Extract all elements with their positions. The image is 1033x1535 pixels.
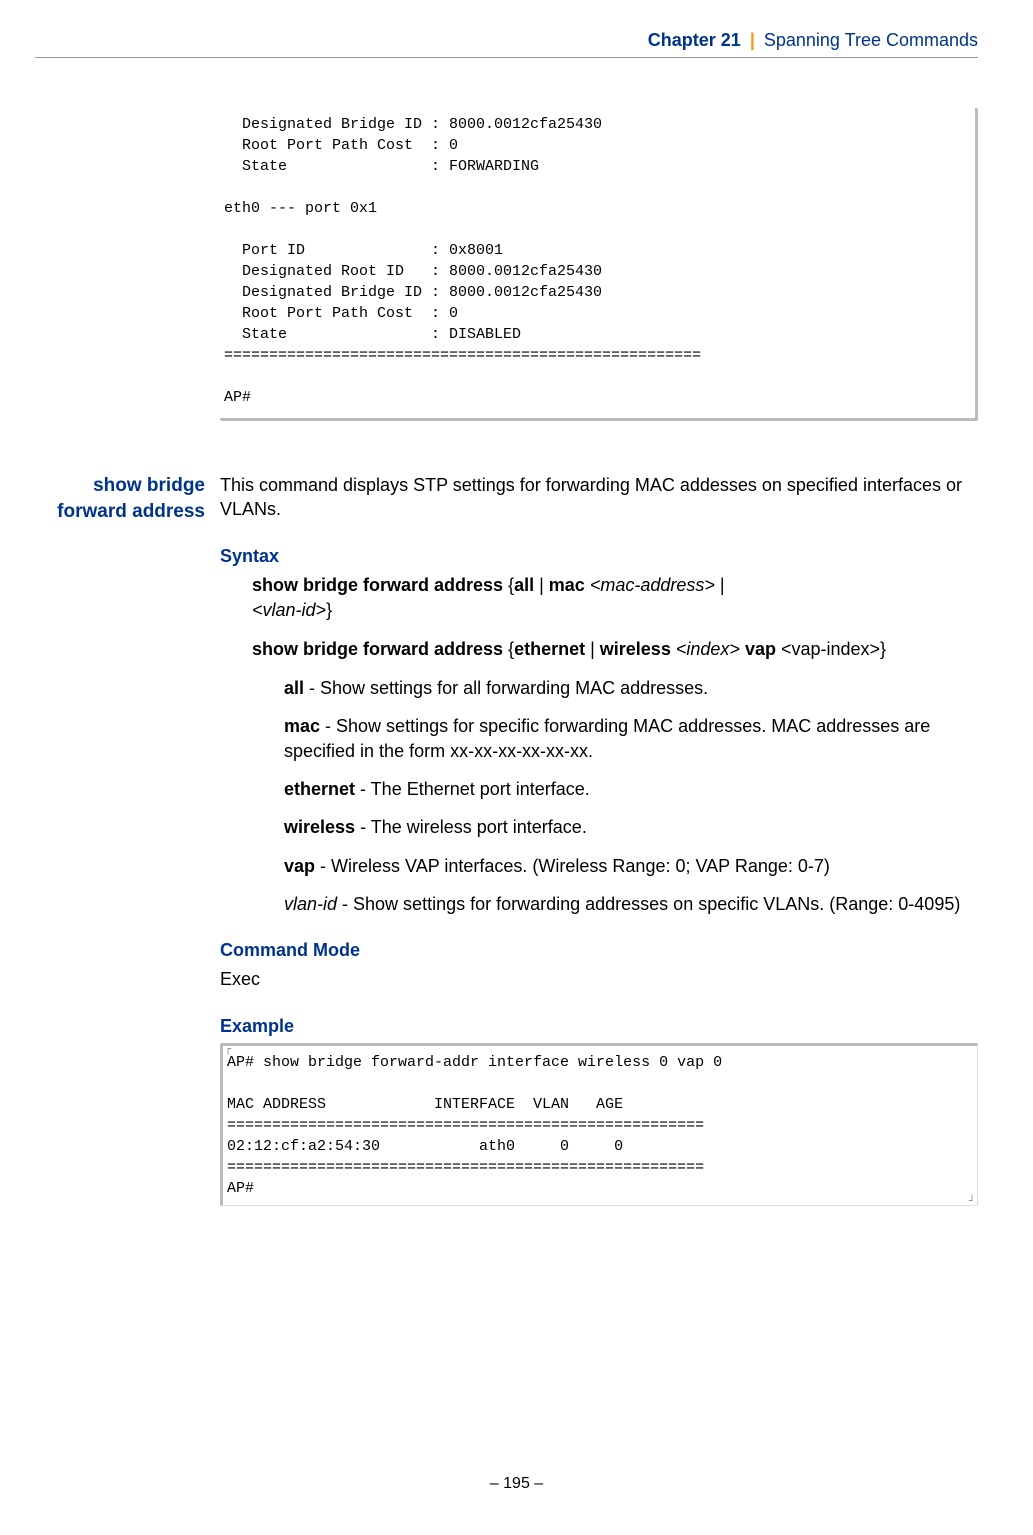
param-wireless: wireless - The wireless port interface. [284, 815, 978, 839]
chapter-number: Chapter 21 [648, 30, 741, 50]
header-divider [35, 57, 978, 58]
param-ethernet: ethernet - The Ethernet port interface. [284, 777, 978, 801]
chapter-title: Spanning Tree Commands [764, 30, 978, 50]
example-heading: Example [220, 1016, 978, 1037]
param-mac: mac - Show settings for specific forward… [284, 714, 978, 763]
page-number: – 195 – [0, 1475, 1033, 1493]
command-description: This command displays STP settings for f… [220, 473, 978, 522]
command-name-heading: show bridge forward address [35, 473, 205, 524]
param-all: all - Show settings for all forwarding M… [284, 676, 978, 700]
syntax-line-2: show bridge forward address {ethernet | … [252, 637, 978, 662]
syntax-heading: Syntax [220, 546, 978, 567]
frame-corner-icon: ┌ [225, 1044, 231, 1055]
code-output-bottom: AP# show bridge forward-addr interface w… [223, 1046, 977, 1205]
code-output-top: Designated Bridge ID : 8000.0012cfa25430… [220, 108, 975, 414]
header-separator: | [750, 30, 755, 50]
command-mode-value: Exec [220, 967, 978, 991]
param-vlanid: vlan-id - Show settings for forwarding a… [284, 892, 978, 916]
page-header: Chapter 21 | Spanning Tree Commands [35, 30, 978, 51]
command-mode-heading: Command Mode [220, 940, 978, 961]
syntax-line-1: show bridge forward address {all | mac <… [252, 573, 978, 623]
frame-corner-icon: ┘ [969, 1196, 975, 1207]
code-output-bottom-frame: ┌ AP# show bridge forward-addr interface… [220, 1043, 978, 1206]
code-output-top-frame: Designated Bridge ID : 8000.0012cfa25430… [220, 108, 978, 421]
syntax-cmd-2: show bridge forward address [252, 639, 503, 659]
param-vap: vap - Wireless VAP interfaces. (Wireless… [284, 854, 978, 878]
syntax-cmd: show bridge forward address [252, 575, 503, 595]
